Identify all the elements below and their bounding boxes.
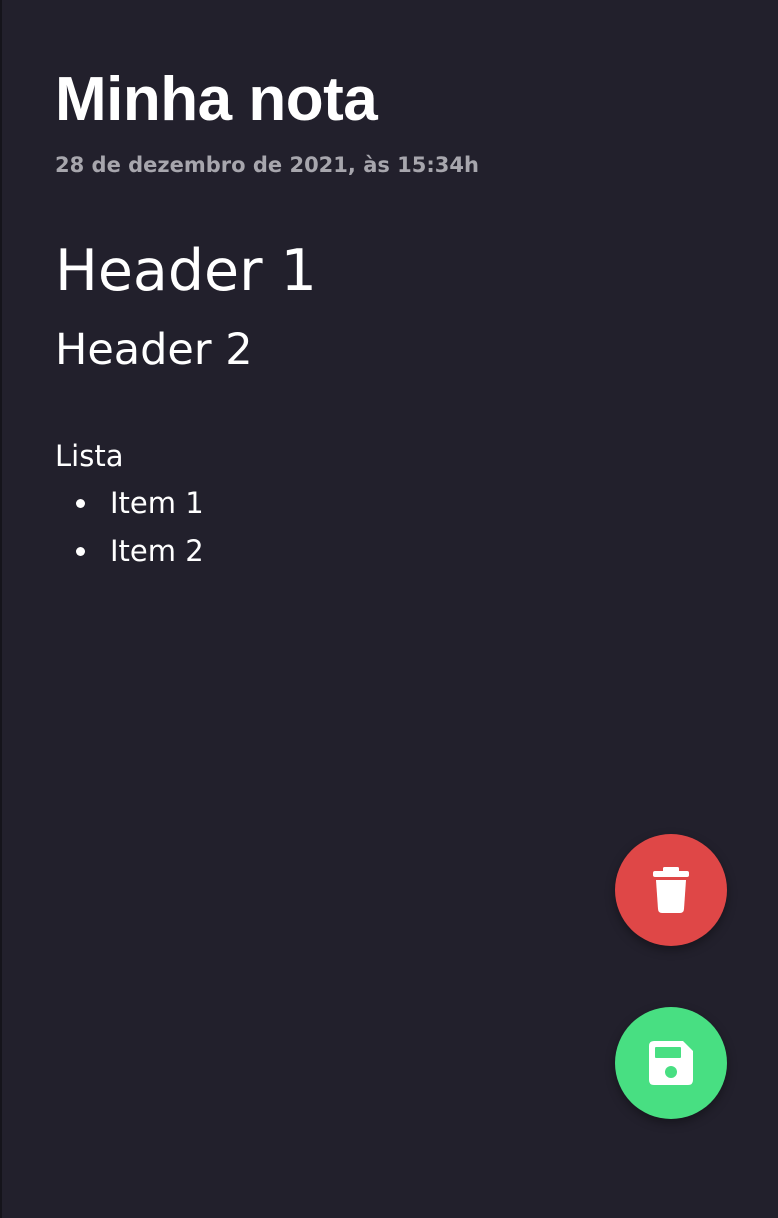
list-item-text: Item 1: [110, 486, 204, 520]
bullet-list: Item 1 Item 2: [55, 483, 204, 579]
list-item-text: Item 2: [110, 534, 204, 568]
note-date: 28 de dezembro de 2021, às 15:34h: [55, 153, 479, 177]
save-button[interactable]: [615, 1007, 727, 1119]
list-item: Item 1: [55, 483, 204, 531]
list-item: Item 2: [55, 531, 204, 579]
content-header-2: Header 2: [55, 325, 253, 375]
bullet-icon: [76, 547, 85, 556]
trash-icon: [653, 867, 689, 913]
delete-button[interactable]: [615, 834, 727, 946]
bullet-icon: [76, 499, 85, 508]
list-label: Lista: [55, 439, 124, 473]
left-edge: [0, 0, 2, 1218]
note-title: Minha nota: [55, 65, 378, 134]
content-header-1: Header 1: [55, 238, 317, 304]
floppy-disk-icon: [649, 1041, 693, 1085]
